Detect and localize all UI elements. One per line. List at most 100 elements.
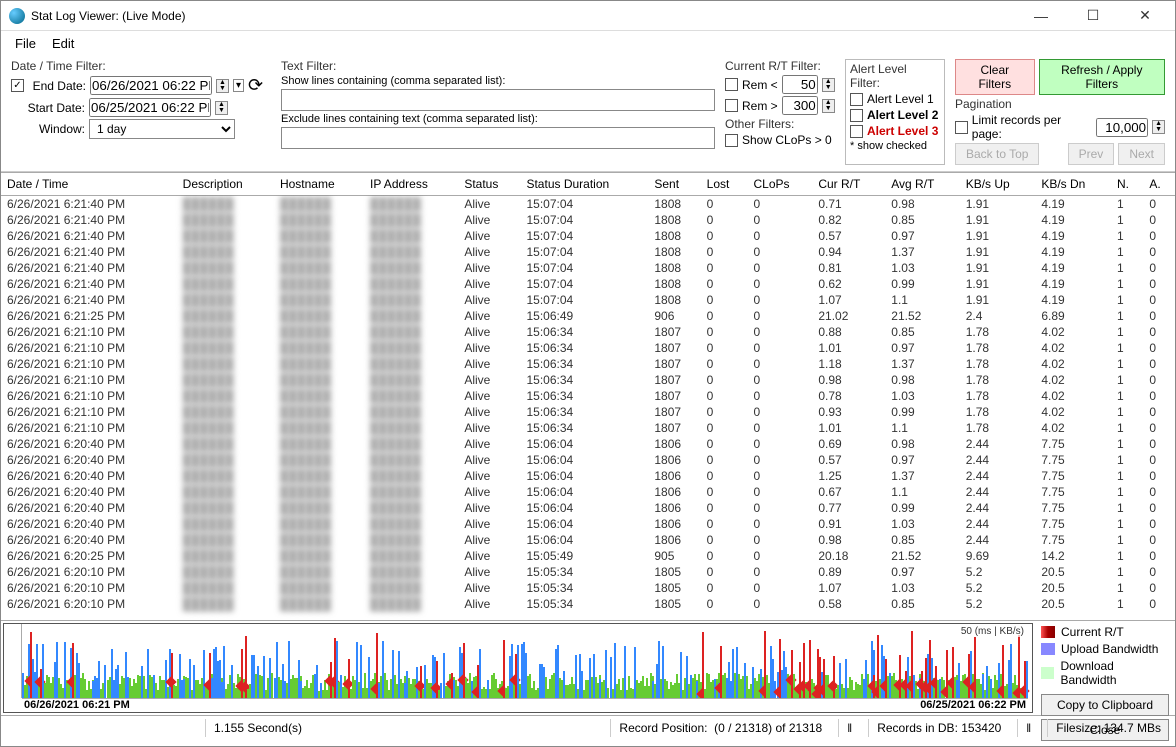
table-row[interactable]: 6/26/2021 6:21:40 PM██████████████████Al… [1,292,1175,308]
table-row[interactable]: 6/26/2021 6:21:10 PM██████████████████Al… [1,340,1175,356]
table-row[interactable]: 6/26/2021 6:21:40 PM██████████████████Al… [1,228,1175,244]
log-table[interactable]: Date / TimeDescriptionHostnameIP Address… [1,172,1175,620]
chart-legend: Current R/T Upload Bandwidth Download Ba… [1035,621,1175,715]
titlebar: Stat Log Viewer: (Live Mode) — ☐ ✕ [1,1,1175,31]
recdb-label: Records in DB: [877,721,958,735]
table-row[interactable]: 6/26/2021 6:20:10 PM██████████████████Al… [1,596,1175,612]
exclude-lines-label: Exclude lines containing text (comma sep… [281,113,715,125]
app-icon [9,8,25,24]
refresh-apply-button[interactable]: Refresh / Apply Filters [1039,59,1165,95]
enddate-input[interactable] [90,76,212,95]
rem-gt-input[interactable] [782,96,818,115]
exclude-lines-input[interactable] [281,127,715,149]
datefilter-heading: Date / Time Filter: [11,59,271,73]
menu-edit[interactable]: Edit [52,36,74,51]
col-4[interactable]: Status [458,173,520,196]
table-row[interactable]: 6/26/2021 6:20:25 PM██████████████████Al… [1,548,1175,564]
otherfilter-heading: Other Filters: [725,117,835,131]
legend-rt: Current R/T [1061,625,1124,639]
chart-scale-label: 50 (ms | KB/s) [959,626,1026,637]
alert-note: * show checked [850,140,940,152]
limit-label: Limit records per page: [972,113,1092,141]
table-row[interactable]: 6/26/2021 6:20:40 PM██████████████████Al… [1,516,1175,532]
limit-checkbox[interactable] [955,121,968,134]
rem-lt-input[interactable] [782,75,818,94]
menu-file[interactable]: File [15,36,36,51]
startdate-label: Start Date: [11,101,85,115]
enddate-checkbox[interactable] [11,79,24,92]
startdate-spinner[interactable]: ▲▼ [215,101,228,115]
timeline-chart[interactable]: 50 (ms | KB/s) 06/26/2021 06:21 PM 06/25… [3,623,1033,713]
close-window-button[interactable]: ✕ [1123,2,1167,30]
table-row[interactable]: 6/26/2021 6:21:40 PM██████████████████Al… [1,196,1175,213]
table-row[interactable]: 6/26/2021 6:21:10 PM██████████████████Al… [1,324,1175,340]
col-2[interactable]: Hostname [274,173,364,196]
table-row[interactable]: 6/26/2021 6:21:10 PM██████████████████Al… [1,388,1175,404]
col-14[interactable]: A. [1143,173,1175,196]
window-select[interactable]: 1 day [89,119,235,139]
alert3-checkbox[interactable] [850,125,863,138]
table-row[interactable]: 6/26/2021 6:20:10 PM██████████████████Al… [1,580,1175,596]
table-row[interactable]: 6/26/2021 6:21:40 PM██████████████████Al… [1,260,1175,276]
col-3[interactable]: IP Address [364,173,458,196]
col-1[interactable]: Description [177,173,274,196]
rem-lt-spinner[interactable]: ▲▼ [822,78,835,92]
col-12[interactable]: KB/s Dn [1035,173,1111,196]
table-row[interactable]: 6/26/2021 6:20:40 PM██████████████████Al… [1,436,1175,452]
table-row[interactable]: 6/26/2021 6:21:10 PM██████████████████Al… [1,372,1175,388]
clops-checkbox[interactable] [725,134,738,147]
table-row[interactable]: 6/26/2021 6:21:40 PM██████████████████Al… [1,276,1175,292]
table-row[interactable]: 6/26/2021 6:21:10 PM██████████████████Al… [1,404,1175,420]
enddate-dropdown-icon[interactable]: ▾ [233,79,244,92]
table-row[interactable]: 6/26/2021 6:21:40 PM██████████████████Al… [1,244,1175,260]
next-button[interactable]: Next [1118,143,1165,165]
back-to-top-button[interactable]: Back to Top [955,143,1039,165]
minimize-button[interactable]: — [1019,2,1063,30]
table-row[interactable]: 6/26/2021 6:21:25 PM██████████████████Al… [1,308,1175,324]
menubar: File Edit [1,31,1175,55]
enddate-spinner[interactable]: ▲▼ [216,79,229,93]
clear-filters-button[interactable]: Clear Filters [955,59,1035,95]
col-6[interactable]: Sent [648,173,700,196]
table-row[interactable]: 6/26/2021 6:20:10 PM██████████████████Al… [1,564,1175,580]
alert2-checkbox[interactable] [850,109,863,122]
table-row[interactable]: 6/26/2021 6:20:40 PM██████████████████Al… [1,532,1175,548]
table-row[interactable]: 6/26/2021 6:21:10 PM██████████████████Al… [1,356,1175,372]
col-0[interactable]: Date / Time [1,173,177,196]
col-11[interactable]: KB/s Up [960,173,1036,196]
filesize-value: 134.7 MBs [1104,721,1161,735]
col-8[interactable]: CLoPs [747,173,812,196]
alert3-label: Alert Level 3 [867,124,938,138]
legend-up: Upload Bandwidth [1061,642,1158,656]
table-row[interactable]: 6/26/2021 6:20:40 PM██████████████████Al… [1,500,1175,516]
col-7[interactable]: Lost [701,173,748,196]
textfilter-heading: Text Filter: [281,59,715,73]
col-10[interactable]: Avg R/T [885,173,959,196]
recpos-value: (0 / 21318) of 21318 [714,721,822,735]
rem-gt-checkbox[interactable] [725,99,738,112]
table-row[interactable]: 6/26/2021 6:21:40 PM██████████████████Al… [1,212,1175,228]
table-row[interactable]: 6/26/2021 6:21:10 PM██████████████████Al… [1,420,1175,436]
refresh-icon[interactable]: ⟳ [248,75,263,96]
window-title: Stat Log Viewer: (Live Mode) [31,9,1019,23]
table-row[interactable]: 6/26/2021 6:20:40 PM██████████████████Al… [1,468,1175,484]
col-9[interactable]: Cur R/T [812,173,885,196]
col-5[interactable]: Status Duration [520,173,648,196]
startdate-input[interactable] [89,98,211,117]
rem-gt-spinner[interactable]: ▲▼ [822,99,835,113]
limit-spinner[interactable]: ▲▼ [1152,120,1165,134]
rem-lt-checkbox[interactable] [725,78,738,91]
limit-input[interactable] [1096,118,1148,137]
alert1-checkbox[interactable] [850,93,863,106]
copy-clipboard-button[interactable]: Copy to Clipboard [1041,694,1169,716]
rem-lt-label: Rem < [742,78,778,92]
chart-xleft: 06/26/2021 06:21 PM [24,699,130,712]
pagination-heading: Pagination [955,97,1165,111]
prev-button[interactable]: Prev [1068,143,1115,165]
show-lines-input[interactable] [281,89,715,111]
table-row[interactable]: 6/26/2021 6:20:40 PM██████████████████Al… [1,452,1175,468]
table-row[interactable]: 6/26/2021 6:20:40 PM██████████████████Al… [1,484,1175,500]
maximize-button[interactable]: ☐ [1071,2,1115,30]
show-lines-label: Show lines containing (comma separated l… [281,75,715,87]
col-13[interactable]: N. [1111,173,1143,196]
